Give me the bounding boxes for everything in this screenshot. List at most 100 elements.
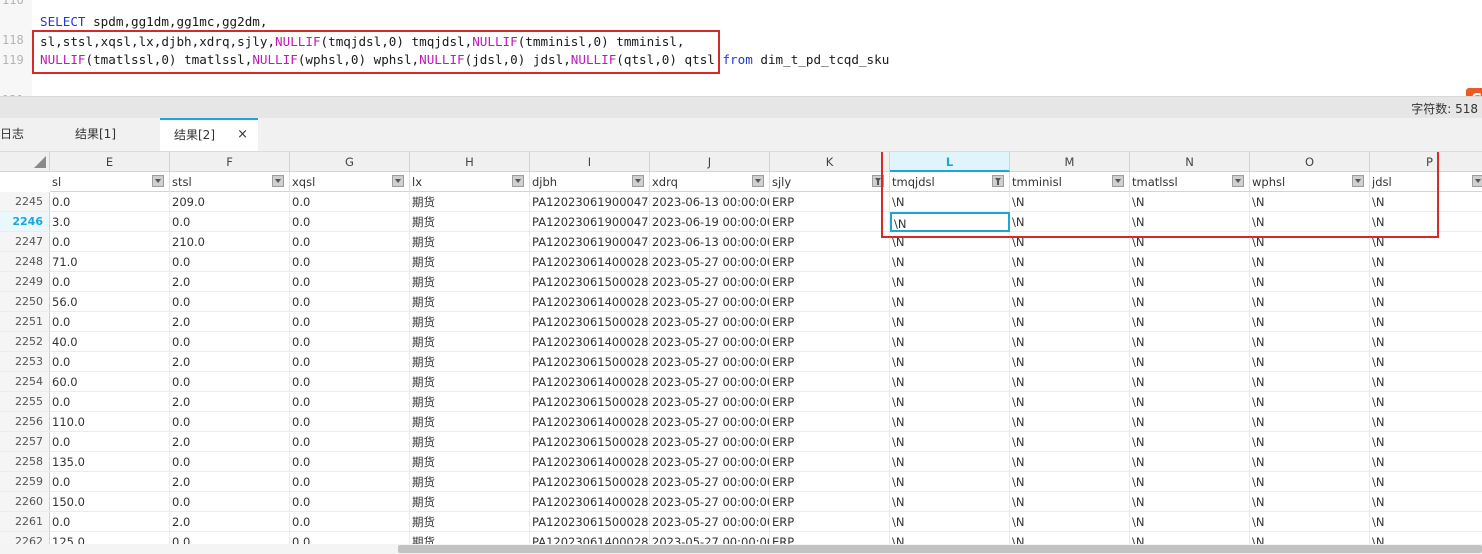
grid-cell-sjly[interactable]: ERP: [770, 512, 890, 532]
grid-cell-tmminisl[interactable]: \N: [1010, 312, 1130, 332]
grid-cell-djbh[interactable]: PA1202306150002812: [530, 392, 650, 412]
grid-cell-jdsl[interactable]: \N: [1370, 312, 1482, 332]
column-letter-G[interactable]: G: [290, 152, 410, 172]
grid-cell-lx[interactable]: 期货: [410, 332, 530, 352]
grid-cell-tmatlssl[interactable]: \N: [1130, 372, 1250, 392]
grid-cell-lx[interactable]: 期货: [410, 472, 530, 492]
grid-cell-xdrq[interactable]: 2023-05-27 00:00:00: [650, 432, 770, 452]
grid-cell-sl[interactable]: 3.0: [50, 212, 170, 232]
row-number[interactable]: 2259: [0, 472, 50, 492]
grid-cell-djbh[interactable]: PA1202306150002812: [530, 512, 650, 532]
grid-cell-jdsl[interactable]: \N: [1370, 452, 1482, 472]
grid-cell-stsl[interactable]: 0.0: [170, 532, 290, 544]
grid-cell-wphsl[interactable]: \N: [1250, 432, 1370, 452]
grid-cell-stsl[interactable]: 2.0: [170, 272, 290, 292]
grid-cell-wphsl[interactable]: \N: [1250, 212, 1370, 232]
grid-cell-wphsl[interactable]: \N: [1250, 312, 1370, 332]
grid-cell-sjly[interactable]: ERP: [770, 232, 890, 252]
grid-cell-xdrq[interactable]: 2023-05-27 00:00:00: [650, 412, 770, 432]
grid-cell-tmatlssl[interactable]: \N: [1130, 392, 1250, 412]
row-number[interactable]: 2261: [0, 512, 50, 532]
grid-cell-tmqjdsl[interactable]: \N: [890, 532, 1010, 544]
sql-editor[interactable]: 116118119121 SELECT spdm,gg1dm,gg1mc,gg2…: [0, 0, 1482, 96]
grid-cell-sl[interactable]: 0.0: [50, 312, 170, 332]
grid-cell-lx[interactable]: 期货: [410, 212, 530, 232]
grid-cell-tmqjdsl[interactable]: \N: [890, 352, 1010, 372]
grid-cell-stsl[interactable]: 209.0: [170, 192, 290, 212]
grid-cell-tmatlssl[interactable]: \N: [1130, 452, 1250, 472]
column-letter-K[interactable]: K: [770, 152, 890, 172]
grid-cell-sl[interactable]: 110.0: [50, 412, 170, 432]
grid-cell-tmatlssl[interactable]: \N: [1130, 492, 1250, 512]
grid-cell-xqsl[interactable]: 0.0: [290, 272, 410, 292]
grid-cell-xdrq[interactable]: 2023-05-27 00:00:00: [650, 392, 770, 412]
grid-cell-xqsl[interactable]: 0.0: [290, 412, 410, 432]
grid-cell-tmminisl[interactable]: \N: [1010, 372, 1130, 392]
column-letter-O[interactable]: O: [1250, 152, 1370, 172]
dropdown-filter-icon[interactable]: [1232, 175, 1244, 187]
grid-cell-tmatlssl[interactable]: \N: [1130, 512, 1250, 532]
grid-cell-tmqjdsl[interactable]: \N: [890, 472, 1010, 492]
dropdown-filter-icon[interactable]: [1112, 175, 1124, 187]
grid-cell-stsl[interactable]: 2.0: [170, 352, 290, 372]
grid-cell-tmatlssl[interactable]: \N: [1130, 432, 1250, 452]
row-number[interactable]: 2257: [0, 432, 50, 452]
grid-cell-xqsl[interactable]: 0.0: [290, 492, 410, 512]
grid-cell-djbh[interactable]: PA1202306150002812: [530, 352, 650, 372]
grid-cell-wphsl[interactable]: \N: [1250, 192, 1370, 212]
grid-cell-xdrq[interactable]: 2023-05-27 00:00:00: [650, 472, 770, 492]
grid-cell-xqsl[interactable]: 0.0: [290, 372, 410, 392]
grid-cell-djbh[interactable]: PA1202306140002812: [530, 412, 650, 432]
grid-cell-tmatlssl[interactable]: \N: [1130, 232, 1250, 252]
grid-cell-wphsl[interactable]: \N: [1250, 272, 1370, 292]
grid-cell-xqsl[interactable]: 0.0: [290, 332, 410, 352]
field-header-jdsl[interactable]: jdsl: [1370, 172, 1482, 192]
grid-cell-stsl[interactable]: 0.0: [170, 252, 290, 272]
grid-cell-jdsl[interactable]: \N: [1370, 232, 1482, 252]
grid-cell-tmqjdsl[interactable]: \N: [890, 372, 1010, 392]
grid-cell-wphsl[interactable]: \N: [1250, 232, 1370, 252]
grid-cell-xqsl[interactable]: 0.0: [290, 392, 410, 412]
row-number[interactable]: 2247: [0, 232, 50, 252]
grid-cell-wphsl[interactable]: \N: [1250, 352, 1370, 372]
grid-cell-wphsl[interactable]: \N: [1250, 252, 1370, 272]
row-number[interactable]: 2251: [0, 312, 50, 332]
grid-cell-tmminisl[interactable]: \N: [1010, 492, 1130, 512]
grid-cell-jdsl[interactable]: \N: [1370, 492, 1482, 512]
row-number[interactable]: 2246: [0, 212, 50, 232]
grid-cell-tmatlssl[interactable]: \N: [1130, 272, 1250, 292]
grid-cell-xdrq[interactable]: 2023-05-27 00:00:00: [650, 312, 770, 332]
row-number[interactable]: 2250: [0, 292, 50, 312]
grid-cell-tmatlssl[interactable]: \N: [1130, 292, 1250, 312]
grid-cell-lx[interactable]: 期货: [410, 392, 530, 412]
grid-cell-jdsl[interactable]: \N: [1370, 192, 1482, 212]
grid-cell-xqsl[interactable]: 0.0: [290, 532, 410, 544]
grid-cell-sl[interactable]: 125.0: [50, 532, 170, 544]
grid-cell-sjly[interactable]: ERP: [770, 532, 890, 544]
grid-cell-tmminisl[interactable]: \N: [1010, 192, 1130, 212]
grid-cell-lx[interactable]: 期货: [410, 232, 530, 252]
row-number[interactable]: 2256: [0, 412, 50, 432]
row-number[interactable]: 2248: [0, 252, 50, 272]
grid-cell-xqsl[interactable]: 0.0: [290, 512, 410, 532]
grid-cell-lx[interactable]: 期货: [410, 352, 530, 372]
grid-cell-tmatlssl[interactable]: \N: [1130, 352, 1250, 372]
grid-cell-sjly[interactable]: ERP: [770, 292, 890, 312]
grid-cell-sl[interactable]: 60.0: [50, 372, 170, 392]
grid-cell-tmqjdsl[interactable]: \N: [890, 272, 1010, 292]
grid-cell-lx[interactable]: 期货: [410, 192, 530, 212]
grid-cell-jdsl[interactable]: \N: [1370, 372, 1482, 392]
grid-cell-xdrq[interactable]: 2023-06-19 00:00:00: [650, 212, 770, 232]
grid-cell-tmqjdsl[interactable]: \N: [890, 332, 1010, 352]
grid-cell-sjly[interactable]: ERP: [770, 192, 890, 212]
dropdown-filter-icon[interactable]: [1472, 175, 1482, 187]
column-letter-N[interactable]: N: [1130, 152, 1250, 172]
grid-cell-xqsl[interactable]: 0.0: [290, 432, 410, 452]
grid-cell-lx[interactable]: 期货: [410, 452, 530, 472]
grid-cell-djbh[interactable]: PA1202306190004720: [530, 192, 650, 212]
grid-cell-jdsl[interactable]: \N: [1370, 252, 1482, 272]
grid-cell-lx[interactable]: 期货: [410, 532, 530, 544]
grid-cell-wphsl[interactable]: \N: [1250, 512, 1370, 532]
grid-cell-tmqjdsl[interactable]: \N: [890, 292, 1010, 312]
grid-cell-stsl[interactable]: 0.0: [170, 332, 290, 352]
